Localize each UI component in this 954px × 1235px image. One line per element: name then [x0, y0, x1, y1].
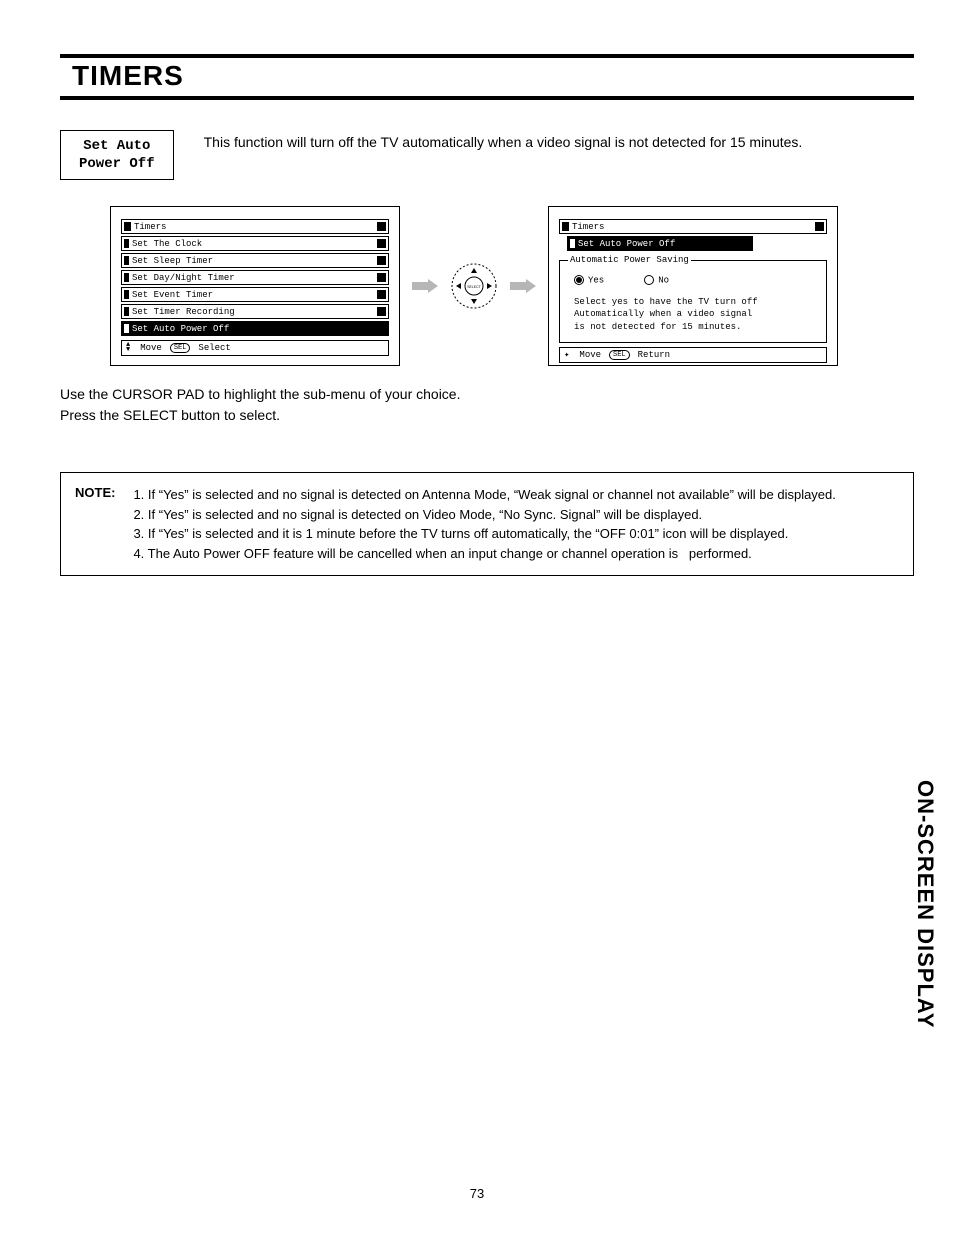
- auto-power-saving-group: Automatic Power Saving Yes No Select yes…: [559, 255, 827, 342]
- menu2-footer-move: Move: [579, 350, 601, 360]
- menu1-item-2: Set Day/Night Timer: [121, 270, 389, 285]
- note-item-2: 2. If “Yes” is selected and no signal is…: [133, 505, 835, 525]
- note-item-4: 4. The Auto Power OFF feature will be ca…: [133, 544, 835, 564]
- menu2-desc-line1: Select yes to have the TV turn off: [574, 296, 820, 309]
- fourway-arrows-icon: ✦: [564, 350, 569, 360]
- menu1-header-bar: Timers: [121, 219, 389, 234]
- svg-text:SELECT: SELECT: [467, 285, 481, 289]
- menu1-footer-select: Select: [198, 343, 230, 353]
- radio-filled-icon: [574, 275, 584, 285]
- menu1-item-4-label: Set Timer Recording: [132, 307, 377, 317]
- menu2-row: Set Auto Power Off: [567, 236, 753, 251]
- option-no: No: [644, 275, 669, 285]
- menu2-footer: ✦ Move SEL Return: [559, 347, 827, 363]
- option-no-label: No: [658, 276, 669, 286]
- menu1-item-1-label: Set Sleep Timer: [132, 256, 377, 266]
- note-label: NOTE:: [75, 485, 115, 563]
- option-yes: Yes: [574, 275, 604, 285]
- sel-badge-icon: SEL: [609, 350, 630, 360]
- menu2-header-label: Timers: [572, 222, 815, 232]
- group-legend: Automatic Power Saving: [568, 255, 691, 265]
- remote-dpad-icon: SELECT: [450, 262, 498, 310]
- menu1-footer: ▲▼ Move SEL Select: [121, 340, 389, 356]
- instruction-line1: Use the CURSOR PAD to highlight the sub-…: [60, 384, 914, 405]
- menu2-footer-return: Return: [638, 350, 670, 360]
- sel-badge-icon: SEL: [170, 343, 191, 353]
- note-item-3: 3. If “Yes” is selected and it is 1 minu…: [133, 524, 835, 544]
- menu1-item-1: Set Sleep Timer: [121, 253, 389, 268]
- feature-description: This function will turn off the TV autom…: [204, 130, 803, 150]
- menu1-item-0: Set The Clock: [121, 236, 389, 251]
- menu1-item-3: Set Event Timer: [121, 287, 389, 302]
- menu2-desc-line3: is not detected for 15 minutes.: [574, 321, 820, 334]
- section-tab: ON-SCREEN DISPLAY: [912, 780, 938, 1028]
- updown-arrows-icon: ▲▼: [126, 343, 130, 353]
- osd-screen-timers-menu: Timers Set The Clock Set Sleep Timer Set…: [110, 206, 400, 366]
- feature-name-line2: Power Off: [79, 156, 155, 172]
- menu1-header-label: Timers: [134, 222, 377, 232]
- page-number: 73: [0, 1186, 954, 1201]
- osd-screen-auto-power-off: Timers Set Auto Power Off Automatic Powe…: [548, 206, 838, 366]
- page-title: TIMERS: [60, 54, 914, 100]
- menu2-desc-line2: Automatically when a video signal: [574, 308, 820, 321]
- menu1-item-0-label: Set The Clock: [132, 239, 377, 249]
- arrow-right-icon: [510, 279, 536, 293]
- feature-name-box: Set Auto Power Off: [60, 130, 174, 180]
- menu1-item-5: Set Auto Power Off: [121, 321, 389, 336]
- feature-name-line1: Set Auto: [83, 138, 150, 154]
- menu1-item-3-label: Set Event Timer: [132, 290, 377, 300]
- note-item-1: 1. If “Yes” is selected and no signal is…: [133, 485, 835, 505]
- menu2-row-label: Set Auto Power Off: [578, 239, 738, 249]
- menu1-item-2-label: Set Day/Night Timer: [132, 273, 377, 283]
- menu1-footer-move: Move: [140, 343, 162, 353]
- menu2-header-bar: Timers: [559, 219, 827, 234]
- arrow-right-icon: [412, 279, 438, 293]
- option-yes-label: Yes: [588, 276, 604, 286]
- radio-empty-icon: [644, 275, 654, 285]
- note-box: NOTE: 1. If “Yes” is selected and no sig…: [60, 472, 914, 576]
- instruction-line2: Press the SELECT button to select.: [60, 405, 914, 426]
- menu1-item-4: Set Timer Recording: [121, 304, 389, 319]
- menu1-item-5-label: Set Auto Power Off: [132, 324, 374, 334]
